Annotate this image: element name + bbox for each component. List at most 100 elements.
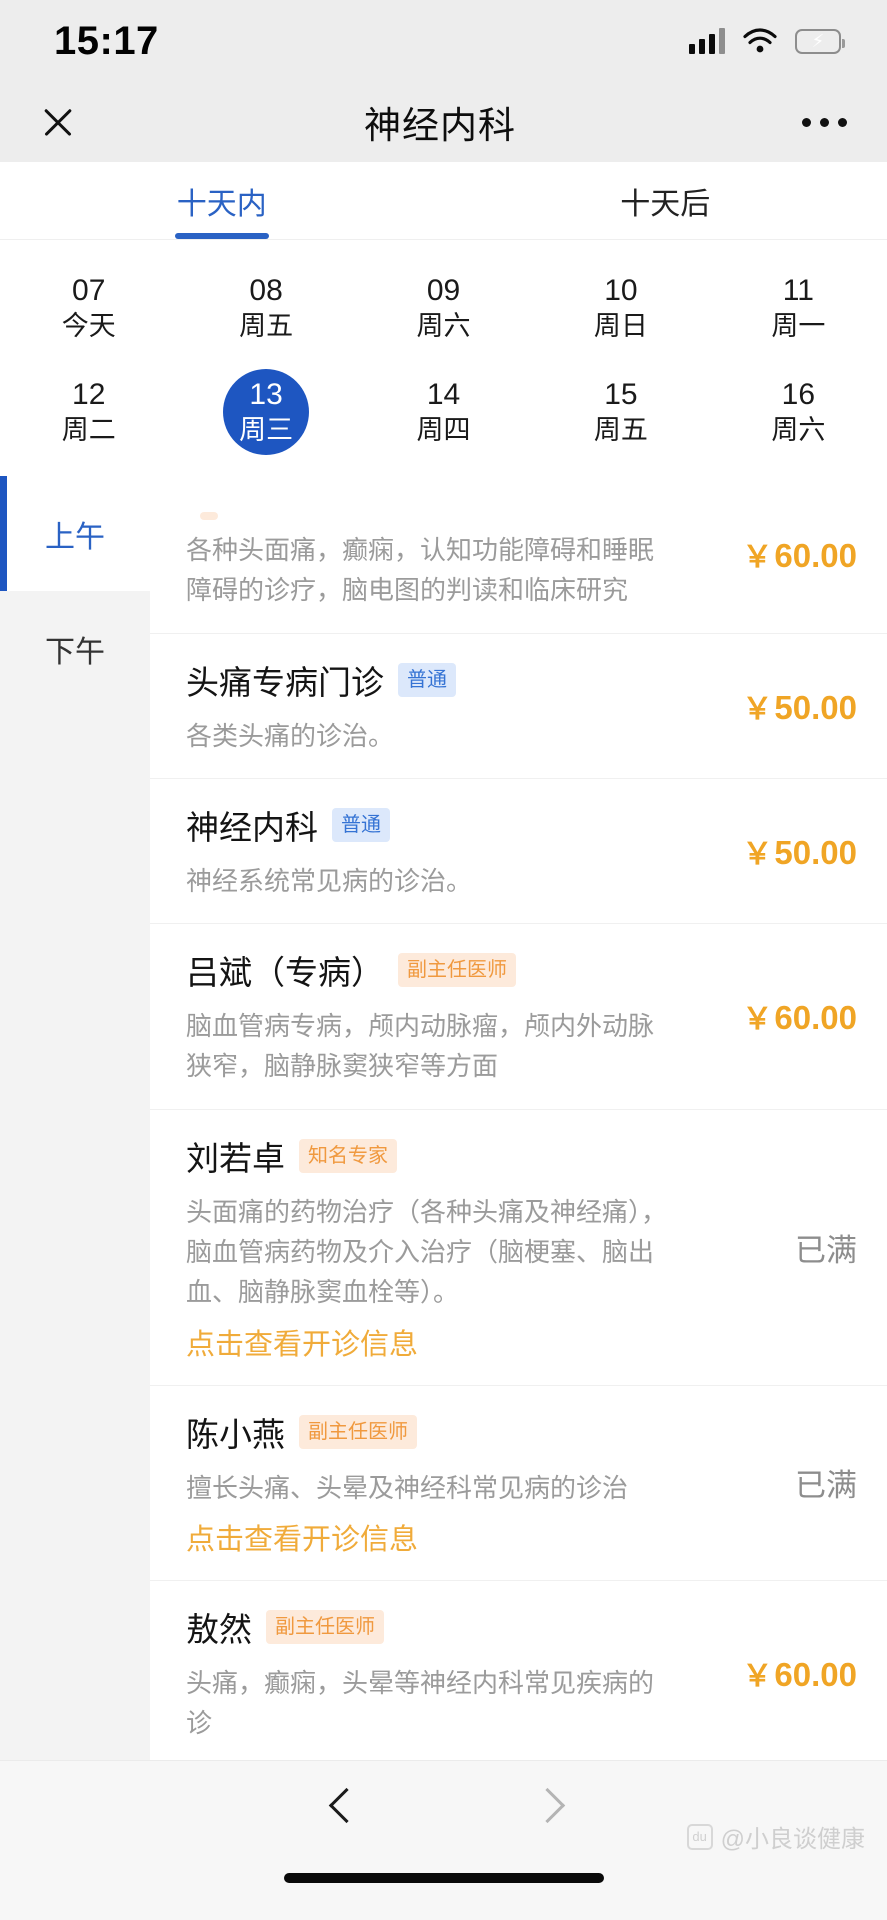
list-item[interactable]: 陈小燕 副主任医师 擅长头痛、头晕及神经科常见病的诊治 点击查看开诊信息 已满: [150, 1386, 887, 1581]
list-item[interactable]: 刘若卓 知名专家 头面痛的药物治疗（各种头痛及神经痛），脑血管病药物及介入治疗（…: [150, 1110, 887, 1386]
doctor-name: 陈小燕: [186, 1415, 285, 1453]
date-day: 11: [782, 274, 814, 308]
tab-after-ten-days[interactable]: 十天后: [444, 162, 887, 239]
doctor-name: 头痛专病门诊: [186, 663, 384, 701]
date-weekday: 周五: [593, 414, 648, 445]
chevron-left-icon[interactable]: [330, 1787, 356, 1831]
doctor-badge: 知名专家: [299, 1138, 397, 1173]
doctor-badge: 普通: [398, 662, 456, 697]
date-weekday: 周一: [771, 310, 826, 341]
watermark: du @小良谈健康: [686, 1819, 865, 1854]
doctor-list[interactable]: 各种头面痛，癫痫，认知功能障碍和睡眠障碍的诊疗，脑电图的判读和临床研究 ￥60.…: [150, 476, 887, 1776]
doctor-desc: 头面痛的药物治疗（各种头痛及神经痛），脑血管病药物及介入治疗（脑梗塞、脑出血、脑…: [186, 1196, 668, 1308]
list-item[interactable]: 敖然 副主任医师 头痛，癫痫，头晕等神经内科常见疾病的诊 ￥60.00: [150, 1581, 887, 1767]
close-icon[interactable]: [38, 102, 78, 142]
browser-bottom-bar: du @小良谈健康: [0, 1760, 887, 1920]
status-badge: 已满: [795, 1232, 857, 1268]
signal-bars-icon: [689, 28, 725, 54]
doctor-desc: 擅长头痛、头晕及神经科常见病的诊治: [186, 1472, 629, 1503]
date-row: 07 今天 08 周五 09 周六 10 周日 11 周一: [0, 256, 887, 360]
row-right: ￥50.00: [677, 684, 857, 728]
period-sidebar: 上午 下午: [0, 476, 150, 1776]
doctor-badge: 副主任医师: [299, 1414, 417, 1449]
date-day: 10: [604, 274, 638, 308]
date-day: 15: [604, 378, 638, 412]
period-tabs: 十天内 十天后: [0, 162, 887, 240]
date-cell-10[interactable]: 10 周日: [532, 256, 709, 360]
more-options-icon[interactable]: [802, 117, 847, 127]
date-cell-13-selected[interactable]: 13 周三: [177, 360, 354, 464]
date-weekday: 周六: [771, 414, 826, 445]
home-indicator: [283, 1873, 604, 1883]
date-day: 12: [72, 378, 106, 412]
date-day: 09: [426, 274, 461, 308]
page-title: 神经内科: [364, 105, 516, 146]
doctor-name: 敖然: [186, 1610, 252, 1648]
chevron-right-icon[interactable]: [531, 1787, 557, 1831]
row-right: ￥60.00: [677, 994, 857, 1038]
watermark-text: @小良谈健康: [720, 1826, 865, 1853]
status-icons: ⚡: [689, 28, 845, 54]
price: ￥50.00: [742, 688, 857, 726]
price: ￥60.00: [742, 1656, 857, 1694]
nav-bar: 神经内科: [0, 82, 887, 162]
date-cell-12[interactable]: 12 周二: [0, 360, 177, 464]
date-cell-08[interactable]: 08 周五: [177, 256, 354, 360]
date-cell-07[interactable]: 07 今天: [0, 256, 177, 360]
sidebar-item-morning[interactable]: 上午: [0, 476, 150, 591]
date-weekday: 周六: [416, 310, 471, 341]
date-day: 08: [249, 274, 283, 308]
date-day: 07: [72, 274, 106, 308]
list-item[interactable]: 各种头面痛，癫痫，认知功能障碍和睡眠障碍的诊疗，脑电图的判读和临床研究 ￥60.…: [150, 476, 887, 634]
date-weekday: 周二: [61, 414, 116, 445]
doctor-badge: 副主任医师: [266, 1609, 384, 1644]
date-weekday: 周五: [239, 310, 294, 341]
date-cell-15[interactable]: 15 周五: [532, 360, 709, 464]
doctor-name: 刘若卓: [186, 1139, 285, 1177]
doctor-desc: 头痛，癫痫，头晕等神经内科常见疾病的诊: [186, 1667, 655, 1739]
date-weekday: 周日: [593, 310, 648, 341]
doctor-desc: 各类头痛的诊治。: [186, 720, 395, 751]
view-schedule-link[interactable]: 点击查看开诊信息: [186, 1321, 677, 1363]
doctor-desc: 神经系统常见病的诊治。: [186, 865, 473, 896]
doctor-name: 吕斌（专病）: [186, 954, 384, 992]
date-day: 14: [426, 378, 461, 412]
row-right: ￥60.00: [677, 1651, 857, 1695]
doctor-name: 神经内科: [186, 808, 318, 846]
status-badge: 已满: [795, 1468, 857, 1504]
wifi-icon: [743, 28, 777, 53]
date-weekday: 周三: [239, 414, 294, 445]
schedule-content: 上午 下午 各种头面痛，癫痫，认知功能障碍和睡眠障碍的诊疗，脑电图的判读和临床研…: [0, 476, 887, 1776]
price: ￥60.00: [742, 999, 857, 1037]
date-row: 12 周二 13 周三 14 周四 15 周五 16 周六: [0, 360, 887, 464]
clipped-title: [186, 498, 677, 520]
watermark-logo-icon: du: [686, 1823, 713, 1850]
date-cell-14[interactable]: 14 周四: [355, 360, 532, 464]
tab-within-ten-days[interactable]: 十天内: [0, 162, 444, 239]
price: ￥50.00: [742, 834, 857, 872]
date-cell-11[interactable]: 11 周一: [710, 256, 887, 360]
row-right: ￥60.00: [677, 532, 857, 576]
battery-charging-icon: ⚡: [795, 28, 845, 54]
sidebar-item-afternoon[interactable]: 下午: [0, 591, 150, 706]
view-schedule-link[interactable]: 点击查看开诊信息: [186, 1516, 677, 1558]
date-weekday: 今天: [61, 310, 116, 341]
doctor-desc: 脑血管病专病，颅内动脉瘤，颅内外动脉狭窄，脑静脉窦狭窄等方面: [186, 1011, 655, 1082]
list-item[interactable]: 头痛专病门诊 普通 各类头痛的诊治。 ￥50.00: [150, 634, 887, 779]
date-day: 16: [781, 378, 816, 412]
date-cell-16[interactable]: 16 周六: [710, 360, 887, 464]
date-cell-09[interactable]: 09 周六: [355, 256, 532, 360]
doctor-badge: [200, 512, 218, 520]
list-item[interactable]: 神经内科 普通 神经系统常见病的诊治。 ￥50.00: [150, 779, 887, 925]
phone-screen: 15:17 ⚡ 神经内科 十天内 十天后 07 今天 08 周五 09 周六 1…: [0, 0, 887, 1920]
row-right: 已满: [677, 1460, 857, 1505]
doctor-badge: 副主任医师: [398, 953, 516, 988]
list-item[interactable]: 吕斌（专病） 副主任医师 脑血管病专病，颅内动脉瘤，颅内外动脉狭窄，脑静脉窦狭窄…: [150, 924, 887, 1110]
status-bar: 15:17 ⚡: [0, 0, 887, 82]
date-picker: 07 今天 08 周五 09 周六 10 周日 11 周一 12 周二 13 周…: [0, 240, 887, 476]
price: ￥60.00: [742, 537, 857, 575]
row-right: ￥50.00: [677, 829, 857, 873]
date-day: 13: [249, 378, 283, 412]
date-weekday: 周四: [416, 414, 471, 445]
doctor-badge: 普通: [332, 807, 390, 842]
